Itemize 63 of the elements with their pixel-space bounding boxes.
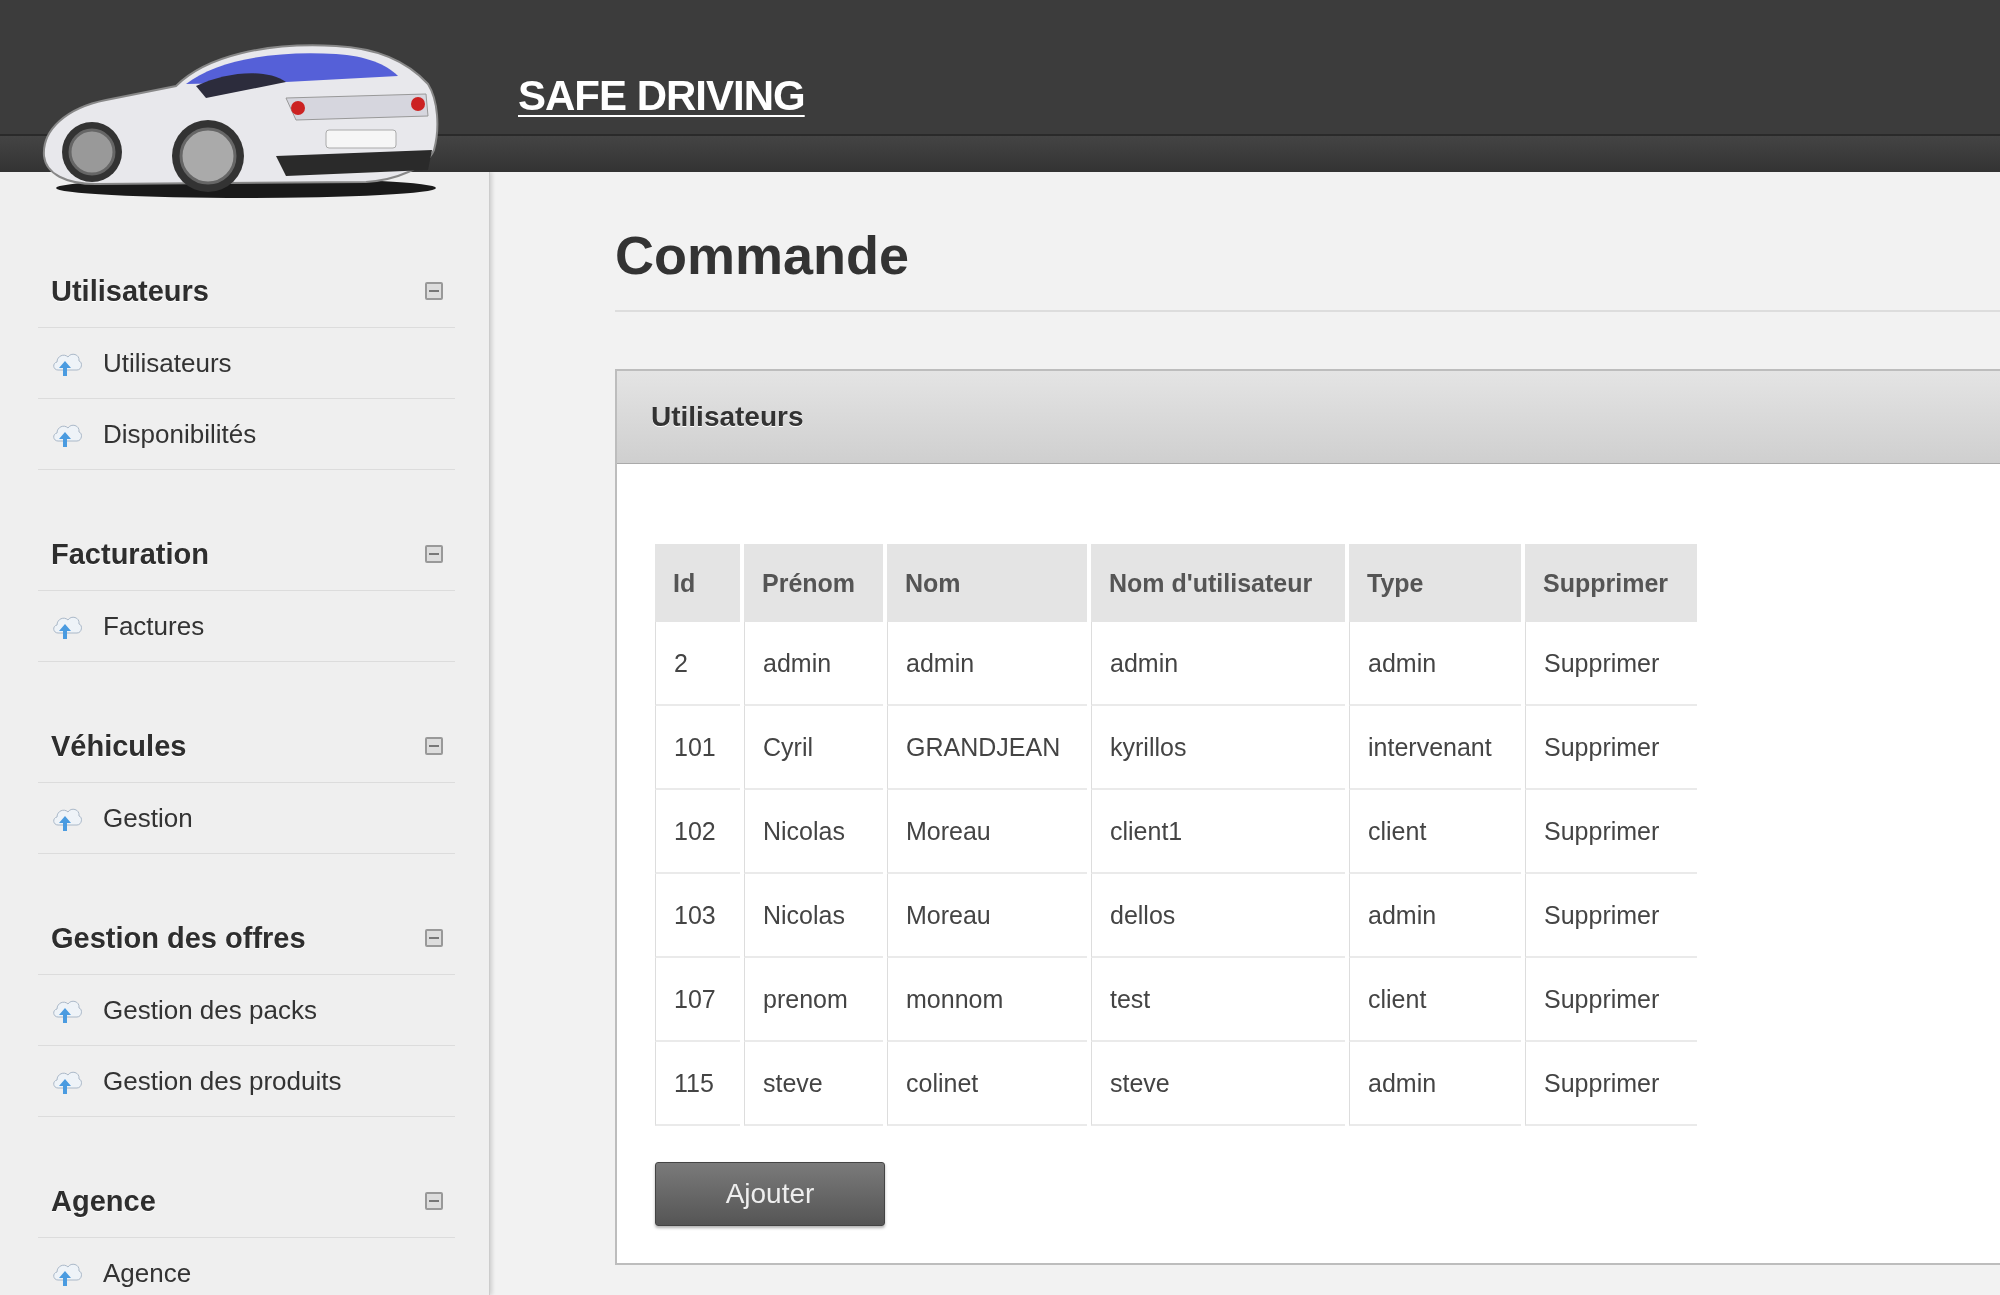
table-cell: admin — [1091, 622, 1345, 706]
table-cell: colinet — [887, 1042, 1087, 1126]
table-cell: steve — [1091, 1042, 1345, 1126]
section-heading: Agence — [51, 1184, 156, 1218]
table-cell: 2 — [655, 622, 740, 706]
table-cell: monnom — [887, 958, 1087, 1042]
table-cell: admin — [1349, 874, 1521, 958]
section-heading: Gestion des offres — [51, 921, 306, 955]
table-cell: admin — [1349, 1042, 1521, 1126]
delete-link[interactable]: Supprimer — [1544, 984, 1660, 1013]
sidebar-link[interactable]: Factures — [38, 591, 455, 662]
collapse-toggle-icon[interactable] — [425, 282, 443, 300]
collapse-toggle-icon[interactable] — [425, 545, 443, 563]
column-header: Nom — [887, 544, 1087, 622]
table-cell: GRANDJEAN — [887, 706, 1087, 790]
delete-link[interactable]: Supprimer — [1544, 648, 1660, 677]
column-header: Supprimer — [1525, 544, 1697, 622]
table-cell: 103 — [655, 874, 740, 958]
table-cell: steve — [744, 1042, 883, 1126]
table-cell: Moreau — [887, 790, 1087, 874]
table-cell: dellos — [1091, 874, 1345, 958]
table-cell: prenom — [744, 958, 883, 1042]
page-title: Commande — [615, 224, 911, 287]
column-header: Prénom — [744, 544, 883, 622]
collapse-toggle-icon[interactable] — [425, 1192, 443, 1210]
sidebar-link[interactable]: Utilisateurs — [38, 328, 455, 399]
table-cell: client — [1349, 958, 1521, 1042]
delete-link[interactable]: Supprimer — [1544, 900, 1660, 929]
delete-link[interactable]: Supprimer — [1544, 816, 1660, 845]
add-button[interactable]: Ajouter — [655, 1162, 885, 1226]
site-title[interactable]: SAFE DRIVING — [518, 72, 805, 120]
table-cell: admin — [887, 622, 1087, 706]
sidebar-link[interactable]: Gestion des packs — [38, 975, 455, 1046]
table-cell: client — [1349, 790, 1521, 874]
section-heading: Véhicules — [51, 729, 187, 763]
column-header: Nom d'utilisateur — [1091, 544, 1345, 622]
table-cell: 115 — [655, 1042, 740, 1126]
table-cell: admin — [1349, 622, 1521, 706]
table-cell: client1 — [1091, 790, 1345, 874]
delete-link[interactable]: Supprimer — [1544, 1068, 1660, 1097]
table-cell: Moreau — [887, 874, 1087, 958]
table-cell: admin — [744, 622, 883, 706]
table-cell: 107 — [655, 958, 740, 1042]
table-cell: Cyril — [744, 706, 883, 790]
section-heading: Utilisateurs — [51, 274, 209, 308]
table-cell: 101 — [655, 706, 740, 790]
sidebar-link[interactable]: Gestion — [38, 783, 455, 854]
sidebar-link[interactable]: Gestion des produits — [38, 1046, 455, 1117]
column-header: Id — [655, 544, 740, 622]
table-cell: 102 — [655, 790, 740, 874]
table-cell: kyrillos — [1091, 706, 1345, 790]
sidebar-link[interactable]: Agence — [38, 1238, 455, 1295]
delete-link[interactable]: Supprimer — [1544, 732, 1660, 761]
column-header: Type — [1349, 544, 1521, 622]
panel-title: Utilisateurs — [651, 401, 804, 433]
table-cell: Nicolas — [744, 874, 883, 958]
collapse-toggle-icon[interactable] — [425, 929, 443, 947]
section-heading: Facturation — [51, 537, 209, 571]
table-cell: test — [1091, 958, 1345, 1042]
sidebar-link[interactable]: Disponibilités — [38, 399, 455, 470]
collapse-toggle-icon[interactable] — [425, 737, 443, 755]
table-cell: Nicolas — [744, 790, 883, 874]
table-cell: intervenant — [1349, 706, 1521, 790]
